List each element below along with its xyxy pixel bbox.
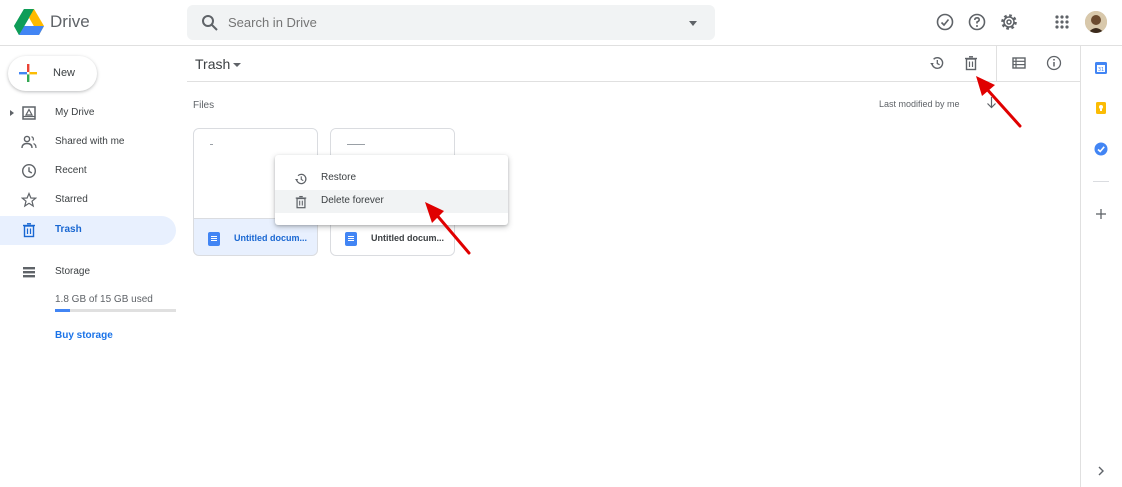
sidebar-item-label: Shared with me (55, 136, 125, 147)
annotation-arrow (976, 76, 1022, 128)
context-menu: Restore Delete forever (275, 155, 508, 225)
svg-text:31: 31 (1098, 67, 1104, 73)
trash-icon (23, 223, 35, 238)
sort-label[interactable]: Last modified by me (879, 99, 960, 109)
sidebar-item-my-drive[interactable]: My Drive (0, 99, 176, 128)
page-title[interactable]: Trash (195, 56, 230, 72)
restore-icon[interactable] (929, 55, 945, 71)
menu-item-label: Restore (321, 172, 357, 183)
sidebar-item-recent[interactable]: Recent (0, 157, 176, 186)
sidebar-item-label: Starred (55, 194, 88, 205)
new-button[interactable]: New (8, 56, 97, 91)
top-bar: Drive (0, 0, 1122, 46)
expand-arrow-icon[interactable] (10, 110, 14, 116)
search-icon[interactable] (201, 14, 218, 31)
settings-icon[interactable] (999, 12, 1019, 32)
title-dropdown-icon[interactable] (233, 63, 241, 67)
add-icon[interactable] (1094, 207, 1108, 221)
menu-item-restore[interactable]: Restore (275, 167, 508, 190)
file-name: Untitled docum... (234, 233, 307, 243)
sort-direction-icon[interactable] (986, 96, 997, 109)
sidebar-item-label: Trash (55, 224, 82, 235)
google-docs-icon (208, 232, 220, 246)
side-panel-divider (1093, 181, 1109, 182)
sidebar-item-trash[interactable]: Trash (0, 216, 176, 245)
storage-icon (23, 267, 35, 278)
storage-label: Storage (55, 266, 91, 277)
restore-icon (295, 173, 307, 185)
clock-icon (21, 163, 37, 179)
avatar[interactable] (1085, 11, 1107, 33)
menu-item-label: Delete forever (321, 195, 384, 206)
plus-icon (19, 64, 37, 82)
drive-app: Drive Search in Drive New My Drive Share… (0, 0, 1122, 487)
toolbar-divider (996, 46, 997, 82)
trash-icon (295, 195, 307, 209)
sidebar-item-storage[interactable]: Storage (0, 258, 176, 287)
keep-icon[interactable] (1094, 101, 1108, 115)
sidebar-item-shared[interactable]: Shared with me (0, 128, 176, 157)
delete-forever-icon[interactable] (963, 55, 979, 71)
apps-icon[interactable] (1052, 12, 1072, 32)
info-icon[interactable] (1046, 55, 1062, 71)
sidebar-item-label: My Drive (55, 107, 95, 118)
new-button-label: New (53, 67, 76, 79)
star-icon (21, 192, 37, 208)
search-options-icon[interactable] (689, 21, 697, 26)
drive-logo-icon[interactable] (14, 9, 44, 35)
search-input[interactable] (228, 5, 648, 40)
files-section-label: Files (193, 100, 215, 111)
menu-item-delete-forever[interactable]: Delete forever (275, 190, 508, 213)
storage-usage-bar (55, 309, 176, 312)
chevron-right-icon[interactable] (1094, 464, 1108, 478)
list-view-icon[interactable] (1011, 55, 1027, 71)
file-name: Untitled docum... (371, 233, 444, 243)
google-docs-icon (345, 232, 357, 246)
search-bar[interactable] (187, 5, 715, 40)
help-icon[interactable] (967, 12, 987, 32)
storage-usage-fill (55, 309, 70, 312)
sidebar-item-starred[interactable]: Starred (0, 186, 176, 215)
main-header (187, 46, 1080, 82)
buy-storage-link[interactable]: Buy storage (55, 330, 113, 341)
calendar-icon[interactable]: 31 (1094, 61, 1108, 75)
tasks-icon[interactable] (1094, 142, 1108, 156)
app-name[interactable]: Drive (50, 12, 90, 32)
storage-usage-text: 1.8 GB of 15 GB used (55, 294, 153, 305)
people-icon (21, 135, 37, 149)
sidebar-item-label: Recent (55, 165, 87, 176)
offline-icon[interactable] (935, 12, 955, 32)
my-drive-icon (22, 106, 36, 120)
